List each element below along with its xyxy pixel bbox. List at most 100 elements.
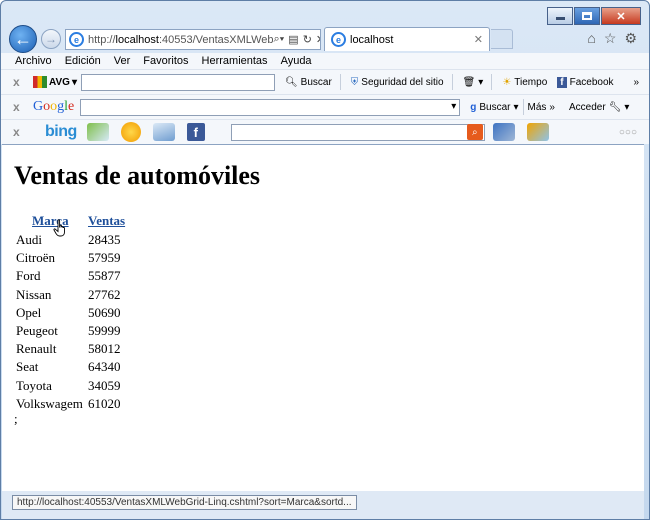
avg-trash-button[interactable]: 🗑︎ ▾ xyxy=(463,77,484,88)
menu-ver[interactable]: Ver xyxy=(114,55,131,67)
bing-search-icon[interactable]: ⌕ xyxy=(466,124,483,140)
cell-marca: Audi xyxy=(16,232,42,248)
bing-translate-icon[interactable] xyxy=(526,123,549,141)
menu-bar: Archivo Edición Ver Favoritos Herramient… xyxy=(1,53,649,69)
divider xyxy=(491,74,493,90)
google-signin-button[interactable]: Acceder 🔧︎ ▾ xyxy=(569,102,629,113)
avg-weather-button[interactable]: ☀ Tiempo xyxy=(502,77,547,88)
cell-ventas: 64340 xyxy=(88,359,121,375)
back-button[interactable]: ← xyxy=(9,25,37,53)
bing-weather-icon[interactable] xyxy=(120,122,141,142)
avg-toolbar: x AVG ▾ 🔍︎ Buscar ⛨ Seguridad del sitio 🗑︎ ▾… xyxy=(1,69,649,94)
google-search-button[interactable]: g Buscar ▾ xyxy=(470,102,518,113)
wrench-dropdown-icon: ▾ xyxy=(624,101,630,113)
cell-marca: Nissan xyxy=(16,286,52,302)
tab-close-icon[interactable]: ✕ xyxy=(474,33,483,46)
sales-grid: Marca Ventas Audi 28435 Citroën 57959 Ford… xyxy=(14,211,127,413)
address-rest: :40553/VentasXMLWeb xyxy=(158,33,274,46)
cell-ventas: 50690 xyxy=(88,304,121,320)
google-letter: G xyxy=(33,99,44,114)
cell-ventas: 55877 xyxy=(88,268,121,284)
settings-gear-icon[interactable]: ⚙ xyxy=(624,30,637,47)
divider xyxy=(339,74,341,90)
cell-ventas: 27762 xyxy=(88,286,121,302)
grid-header-row: Marca Ventas xyxy=(14,211,127,231)
cell-ventas: 34059 xyxy=(88,377,121,393)
google-toolbar-close-icon[interactable]: x xyxy=(13,100,27,114)
tab-localhost[interactable]: e localhost ✕ xyxy=(324,27,490,51)
tab-ie-icon: e xyxy=(331,32,346,47)
table-row: Audi 28435 xyxy=(14,231,127,249)
close-icon: ✕ xyxy=(616,10,626,23)
menu-ayuda[interactable]: Ayuda xyxy=(281,55,312,67)
table-row: Volkswagem 61020 xyxy=(14,395,127,413)
bing-logo[interactable]: bing xyxy=(45,123,77,141)
address-bar[interactable]: e http://localhost:40553/VentasXMLWeb ⌕▾… xyxy=(65,29,321,50)
google-logo[interactable]: Google xyxy=(33,99,74,115)
bing-toolbar-close-icon[interactable]: x xyxy=(13,125,27,139)
avg-toolbar-close-icon[interactable]: x xyxy=(13,75,27,89)
forward-arrow-icon: → xyxy=(45,32,57,46)
bing-mail-icon[interactable] xyxy=(152,123,175,141)
ie-page-icon: e xyxy=(69,32,84,47)
home-icon[interactable]: ⌂ xyxy=(587,30,595,47)
table-row: Opel 50690 xyxy=(14,304,127,322)
avg-logo[interactable]: AVG ▾ xyxy=(33,76,77,88)
header-marca: Marca xyxy=(14,211,86,231)
bing-toolbar: x bing f ⌕ ○○○ xyxy=(1,119,649,144)
cell-marca: Seat xyxy=(16,359,39,375)
google-more-button[interactable]: Más» xyxy=(528,102,555,113)
maximize-icon xyxy=(582,12,592,20)
cell-marca: Volkswagem xyxy=(16,395,83,411)
cell-ventas: 61020 xyxy=(88,395,121,411)
table-row: Toyota 34059 xyxy=(14,377,127,395)
table-row: Renault 58012 xyxy=(14,340,127,358)
trash-icon: 🗑︎ xyxy=(462,76,476,88)
navigation-row: ← → e http://localhost:40553/VentasXMLWe… xyxy=(1,23,649,53)
menu-favoritos[interactable]: Favoritos xyxy=(143,55,188,67)
table-row: Ford 55877 xyxy=(14,267,127,285)
table-row: Seat 64340 xyxy=(14,358,127,376)
bing-more-icon[interactable]: ○○○ xyxy=(619,127,637,138)
google-search-input[interactable]: ▾ xyxy=(80,98,461,116)
toolbar-overflow-icon[interactable]: » xyxy=(633,77,639,88)
bing-facebook-icon[interactable]: f xyxy=(186,123,205,141)
avg-search-button[interactable]: 🔍︎ Buscar xyxy=(285,77,332,88)
trash-dropdown-icon: ▾ xyxy=(478,76,484,88)
google-dropdown-icon: ▾ xyxy=(451,100,457,112)
cell-marca: Peugeot xyxy=(16,323,58,339)
stop-icon[interactable]: ✕ xyxy=(316,33,320,46)
status-bar: http://localhost:40553/VentasXMLWebGrid-… xyxy=(2,491,644,519)
avg-weather-label: Tiempo xyxy=(514,76,548,88)
google-search-label: Buscar xyxy=(479,101,511,113)
search-dropdown-icon[interactable]: ⌕▾ xyxy=(274,33,285,46)
header-ventas: Ventas xyxy=(86,211,127,231)
sort-ventas-link[interactable]: Ventas xyxy=(88,213,125,228)
address-prefix: http:// xyxy=(88,33,116,46)
new-tab-button[interactable] xyxy=(491,29,513,49)
menu-herramientas[interactable]: Herramientas xyxy=(202,55,268,67)
cell-marca: Renault xyxy=(16,341,57,357)
browser-right-icons: ⌂ ☆ ⚙ xyxy=(587,30,637,47)
compat-view-icon[interactable]: ▤ xyxy=(288,33,298,46)
cell-marca: Ford xyxy=(16,268,41,284)
refresh-icon[interactable]: ↻ xyxy=(303,33,312,46)
cell-ventas: 59999 xyxy=(88,323,121,339)
bing-card-icon[interactable] xyxy=(86,123,109,141)
weather-icon: ☀ xyxy=(502,76,512,88)
bing-search-input[interactable] xyxy=(230,123,485,141)
avg-dropdown-icon: ▾ xyxy=(71,76,77,88)
forward-button[interactable]: → xyxy=(41,29,61,49)
avg-security-button[interactable]: ⛨ Seguridad del sitio xyxy=(351,77,444,88)
menu-edicion[interactable]: Edición xyxy=(65,55,101,67)
avg-search-input[interactable] xyxy=(80,73,275,91)
page-title: Ventas de automóviles xyxy=(14,161,261,190)
avg-facebook-button[interactable]: f Facebook xyxy=(557,76,614,88)
favorites-star-icon[interactable]: ☆ xyxy=(604,30,617,47)
cell-marca: Citroën xyxy=(16,250,55,266)
more-chevron-icon: » xyxy=(549,101,555,113)
menu-archivo[interactable]: Archivo xyxy=(15,55,52,67)
divider xyxy=(522,99,524,115)
bing-video-icon[interactable] xyxy=(492,123,515,141)
avg-search-label: Buscar xyxy=(300,76,332,88)
